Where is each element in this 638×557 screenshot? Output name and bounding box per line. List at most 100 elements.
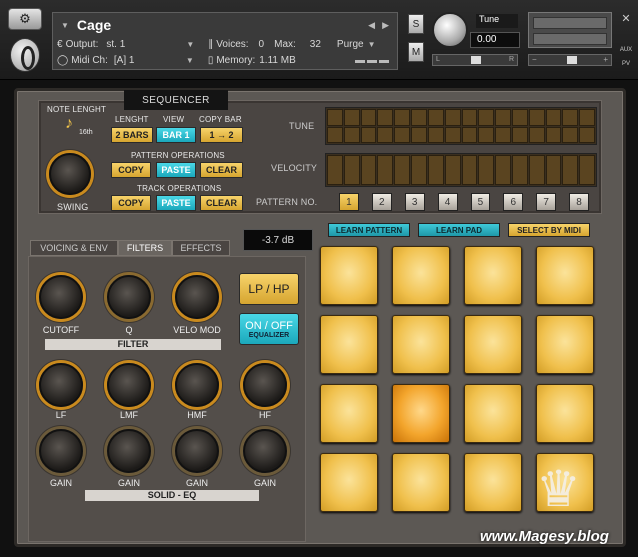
wrench-icon[interactable]: ⚙ [8, 8, 42, 30]
view-toggle-icons[interactable]: ▬▬▬ [355, 55, 391, 66]
lp-hp-button[interactable]: LP / HP [239, 273, 299, 305]
cutoff-knob[interactable] [39, 275, 83, 319]
velocity-step-cell[interactable] [495, 155, 511, 185]
output-value[interactable]: st. 1 [106, 39, 186, 50]
tune-value[interactable]: 0.00 [470, 32, 520, 48]
pattern-button-6[interactable]: 6 [503, 193, 524, 211]
tune-step-cell[interactable] [528, 109, 545, 126]
drum-pad[interactable] [464, 315, 522, 374]
tune-step-cell[interactable] [461, 109, 478, 126]
hmf-knob[interactable] [175, 363, 219, 407]
learn-pattern-button[interactable]: LEARN PATTERN [328, 223, 410, 237]
tune-step-cell[interactable] [394, 126, 411, 143]
pattern-button-3[interactable]: 3 [404, 193, 425, 211]
tune-step-cell[interactable] [478, 109, 495, 126]
tune-knob[interactable] [432, 12, 468, 48]
pattern-button-1[interactable]: 1 [339, 193, 359, 211]
volume-handle[interactable] [567, 56, 577, 64]
tune-step-grid[interactable] [325, 107, 597, 145]
copy-bar-button[interactable]: 1 → 2 [200, 127, 243, 143]
tab-voicing-env[interactable]: VOICING & ENV [30, 240, 118, 256]
instrument-name[interactable]: Cage [77, 17, 111, 33]
drum-pad[interactable] [320, 453, 378, 512]
tune-step-cell[interactable] [545, 109, 562, 126]
max-voices-value[interactable]: 32 [310, 39, 321, 50]
drum-pad[interactable] [392, 315, 450, 374]
hf-knob[interactable] [243, 363, 287, 407]
drum-pad[interactable] [464, 246, 522, 305]
tune-step-cell[interactable] [461, 126, 478, 143]
select-by-midi-button[interactable]: SELECT BY MIDI [508, 223, 590, 237]
drum-pad[interactable] [464, 384, 522, 443]
pattern-button-5[interactable]: 5 [470, 193, 491, 211]
velocity-step-cell[interactable] [478, 155, 495, 185]
velocity-step-cell[interactable] [343, 155, 360, 185]
velocity-step-cell[interactable] [394, 155, 411, 185]
velocity-step-cell[interactable] [427, 155, 444, 185]
hf-gain-knob[interactable] [243, 429, 287, 473]
lmf-gain-knob[interactable] [107, 429, 151, 473]
tune-step-cell[interactable] [360, 109, 377, 126]
tab-filters[interactable]: FILTERS [118, 240, 172, 256]
tune-step-cell[interactable] [444, 109, 461, 126]
velocity-step-cell[interactable] [327, 155, 343, 185]
velocity-step-cell[interactable] [411, 155, 427, 185]
hmf-gain-knob[interactable] [175, 429, 219, 473]
velocity-step-grid[interactable] [325, 153, 597, 187]
velocity-step-cell[interactable] [545, 155, 562, 185]
drum-pad[interactable] [320, 384, 378, 443]
velocity-step-cell[interactable] [562, 155, 579, 185]
pattern-button-7[interactable]: 7 [536, 193, 557, 211]
drum-pad[interactable] [392, 453, 450, 512]
tune-step-cell[interactable] [394, 109, 411, 126]
purge-dropdown-icon[interactable]: ▼ [368, 40, 376, 49]
pattern-button-4[interactable]: 4 [437, 193, 458, 211]
length-button[interactable]: 2 BARS [111, 127, 153, 143]
eq-on-off-button[interactable]: ON / OFF EQUALIZER [239, 313, 299, 345]
velocity-step-cell[interactable] [511, 155, 528, 185]
tune-step-cell[interactable] [360, 126, 377, 143]
pv-label[interactable]: PV [616, 61, 636, 67]
track-clear-button[interactable]: CLEAR [200, 195, 243, 211]
close-icon[interactable]: ✕ [616, 12, 636, 25]
velocity-step-cell[interactable] [360, 155, 377, 185]
drum-pad[interactable] [392, 246, 450, 305]
tune-step-cell[interactable] [495, 109, 511, 126]
drum-pad[interactable] [320, 246, 378, 305]
pattern-clear-button[interactable]: CLEAR [200, 162, 243, 178]
tune-step-cell[interactable] [377, 109, 394, 126]
velocity-step-cell[interactable] [377, 155, 394, 185]
tune-step-cell[interactable] [562, 109, 579, 126]
lmf-knob[interactable] [107, 363, 151, 407]
velocity-step-cell[interactable] [528, 155, 545, 185]
tune-step-cell[interactable] [411, 109, 427, 126]
drum-pad[interactable] [536, 315, 594, 374]
purge-dropdown[interactable]: Purge [337, 39, 364, 50]
tune-step-cell[interactable] [511, 109, 528, 126]
next-instrument-icon[interactable]: ▶ [382, 20, 389, 31]
output-dropdown-icon[interactable]: ▼ [186, 40, 194, 49]
view-button[interactable]: BAR 1 [156, 127, 196, 143]
tune-step-cell[interactable] [528, 126, 545, 143]
velocity-step-cell[interactable] [579, 155, 595, 185]
solo-button[interactable]: S [408, 14, 424, 34]
midi-dropdown-icon[interactable]: ▼ [186, 56, 194, 65]
tab-effects[interactable]: EFFECTS [172, 240, 230, 256]
tune-step-cell[interactable] [579, 126, 595, 143]
drum-pad[interactable] [536, 384, 594, 443]
drum-pad[interactable] [392, 384, 450, 443]
q-knob[interactable] [107, 275, 151, 319]
velocity-step-cell[interactable] [444, 155, 461, 185]
velocity-step-cell[interactable] [461, 155, 478, 185]
pan-handle[interactable] [471, 56, 481, 64]
track-paste-button[interactable]: PASTE [156, 195, 196, 211]
note-value[interactable]: 16th [79, 129, 93, 136]
midi-channel-value[interactable]: [A] 1 [114, 55, 186, 66]
tune-step-cell[interactable] [343, 126, 360, 143]
mute-button[interactable]: M [408, 42, 424, 62]
pattern-paste-button[interactable]: PASTE [156, 162, 196, 178]
tune-step-cell[interactable] [411, 126, 427, 143]
tune-step-cell[interactable] [511, 126, 528, 143]
prev-instrument-icon[interactable]: ◀ [368, 20, 375, 31]
tune-step-cell[interactable] [427, 126, 444, 143]
